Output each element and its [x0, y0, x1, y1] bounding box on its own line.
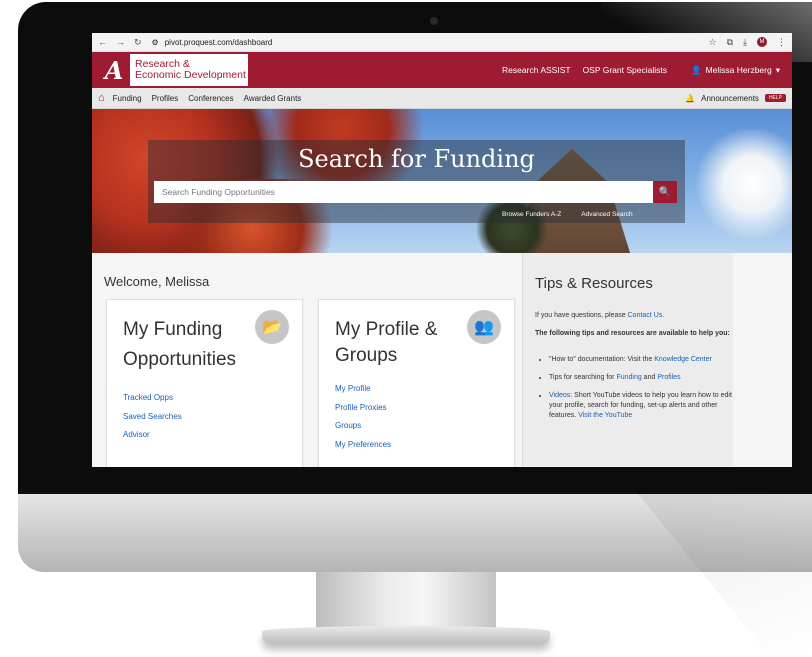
- funding-card-title: My Funding Opportunities: [123, 317, 236, 373]
- funding-title-line2: Opportunities: [123, 349, 237, 370]
- logo-text: Research & Economic Development: [130, 59, 246, 81]
- profile-links: My Profile Profile Proxies Groups My Pre…: [335, 380, 391, 454]
- browse-funders-link[interactable]: Browse Funders A-Z: [502, 211, 561, 218]
- browser-nav: ← → ↻: [98, 37, 142, 48]
- videos-link[interactable]: Videos:: [549, 392, 572, 399]
- header-link-research-assist[interactable]: Research ASSIST: [502, 65, 571, 75]
- tip-text: Short YouTube videos to help you learn h…: [549, 392, 732, 419]
- funding-title-line1: My Funding: [123, 319, 223, 340]
- screen: ← → ↻ ⚙ pivot.proquest.com/dashboard ☆ ⧉…: [92, 33, 792, 467]
- welcome-heading: Welcome, Melissa: [104, 274, 210, 289]
- back-arrow-icon[interactable]: ←: [98, 37, 107, 48]
- browser-toolbar: ← → ↻ ⚙ pivot.proquest.com/dashboard ☆ ⧉…: [92, 33, 792, 52]
- url-text: pivot.proquest.com/dashboard: [164, 37, 273, 47]
- folder-open-icon: 📂: [255, 310, 289, 344]
- profile-card-title: My Profile & Groups: [335, 317, 437, 369]
- link-advisor[interactable]: Advisor: [123, 426, 182, 445]
- camera-dot: [430, 17, 438, 25]
- nav-conferences[interactable]: Conferences: [188, 94, 233, 103]
- browser-actions: ☆ ⧉ ⤓ M ⋮: [709, 37, 786, 48]
- tips-title: Tips & Resources: [535, 275, 653, 292]
- link-my-profile[interactable]: My Profile: [335, 380, 391, 399]
- logo-mark: A: [98, 54, 130, 86]
- link-profile-proxies[interactable]: Profile Proxies: [335, 399, 391, 418]
- tip-text: Tips for searching for: [549, 374, 617, 381]
- link-groups[interactable]: Groups: [335, 417, 391, 436]
- tip-item: Tips for searching for Funding and Profi…: [549, 373, 744, 383]
- hero-cloud: [692, 129, 792, 239]
- search-icon: 🔍: [658, 186, 672, 198]
- header-links: Research ASSIST OSP Grant Specialists 👤 …: [502, 65, 792, 76]
- extensions-icon[interactable]: ⧉: [727, 37, 733, 48]
- funding-card: My Funding Opportunities 📂 Tracked Opps …: [106, 299, 303, 467]
- hero-banner: Search for Funding Search Funding Opport…: [92, 109, 792, 253]
- tip-item: Videos: Short YouTube videos to help you…: [549, 391, 744, 421]
- tip-item: "How to" documentation: Visit the Knowle…: [549, 355, 744, 365]
- logo-line2: Economic Development: [135, 69, 246, 81]
- subnav-right: 🔔 Announcements HELP: [685, 94, 786, 103]
- tips-intro: If you have questions, please Contact Us…: [535, 312, 664, 319]
- browser-profile-avatar[interactable]: M: [757, 37, 767, 47]
- nav-awarded-grants[interactable]: Awarded Grants: [244, 94, 302, 103]
- youtube-link[interactable]: Visit the YouTube: [578, 412, 632, 419]
- bookmark-star-icon[interactable]: ☆: [709, 37, 717, 48]
- search-title: Search for Funding: [298, 145, 535, 173]
- user-menu[interactable]: 👤 Melissa Herzberg ▾: [691, 65, 780, 76]
- search-button[interactable]: 🔍: [653, 181, 677, 203]
- tips-lead: The following tips and resources are ava…: [535, 330, 730, 337]
- sub-navigation: ⌂ Funding Profiles Conferences Awarded G…: [92, 88, 792, 109]
- caret-down-icon: ▾: [775, 64, 780, 75]
- funding-tips-link[interactable]: Funding: [616, 374, 641, 381]
- nav-profiles[interactable]: Profiles: [152, 94, 179, 103]
- header-link-osp[interactable]: OSP Grant Specialists: [583, 65, 667, 75]
- monitor-stand-neck: [316, 572, 496, 628]
- funding-links: Tracked Opps Saved Searches Advisor: [123, 389, 182, 445]
- home-icon[interactable]: ⌂: [98, 92, 105, 104]
- forward-arrow-icon[interactable]: →: [116, 37, 125, 48]
- group-icon: 👥: [467, 310, 501, 344]
- link-tracked-opps[interactable]: Tracked Opps: [123, 389, 182, 408]
- advanced-search-link[interactable]: Advanced Search: [581, 211, 632, 218]
- site-header: A Research & Economic Development Resear…: [92, 52, 792, 88]
- announcements-link[interactable]: Announcements: [701, 94, 759, 103]
- search-input[interactable]: Search Funding Opportunities: [154, 181, 659, 203]
- bell-icon: 🔔: [685, 93, 696, 103]
- dashboard-content: Welcome, Melissa My Funding Opportunitie…: [92, 253, 792, 467]
- site-logo[interactable]: A Research & Economic Development: [98, 54, 248, 86]
- search-placeholder: Search Funding Opportunities: [162, 187, 275, 197]
- profile-title-line2: Groups: [335, 345, 398, 366]
- profile-initial: M: [759, 39, 765, 45]
- tips-list: "How to" documentation: Visit the Knowle…: [535, 355, 744, 429]
- profile-card: My Profile & Groups 👥 My Profile Profile…: [318, 299, 515, 467]
- download-icon[interactable]: ⤓: [743, 37, 747, 48]
- user-name: Melissa Herzberg: [705, 65, 772, 75]
- address-bar[interactable]: ⚙ pivot.proquest.com/dashboard: [152, 38, 273, 47]
- help-button[interactable]: HELP: [764, 94, 786, 102]
- monitor-stand-foot: [262, 626, 550, 644]
- profile-title-line1: My Profile &: [335, 319, 438, 340]
- knowledge-center-link[interactable]: Knowledge Center: [654, 356, 712, 363]
- tip-text: "How to" documentation: Visit the: [549, 356, 655, 363]
- browser-menu-icon[interactable]: ⋮: [777, 37, 786, 48]
- reload-icon[interactable]: ↻: [134, 37, 142, 48]
- link-saved-searches[interactable]: Saved Searches: [123, 408, 182, 427]
- site-settings-icon[interactable]: ⚙: [152, 38, 159, 47]
- profiles-tips-link[interactable]: Profiles: [657, 374, 680, 381]
- tips-intro-text: If you have questions, please: [535, 312, 628, 319]
- contact-us-link[interactable]: Contact Us.: [628, 312, 665, 319]
- hero-links: Browse Funders A-Z Advanced Search: [502, 211, 633, 218]
- nav-funding[interactable]: Funding: [113, 94, 142, 103]
- link-my-preferences[interactable]: My Preferences: [335, 436, 391, 455]
- tip-text-mid: and: [641, 374, 658, 381]
- tips-panel: Tips & Resources If you have questions, …: [522, 253, 733, 466]
- user-icon: 👤: [690, 64, 702, 75]
